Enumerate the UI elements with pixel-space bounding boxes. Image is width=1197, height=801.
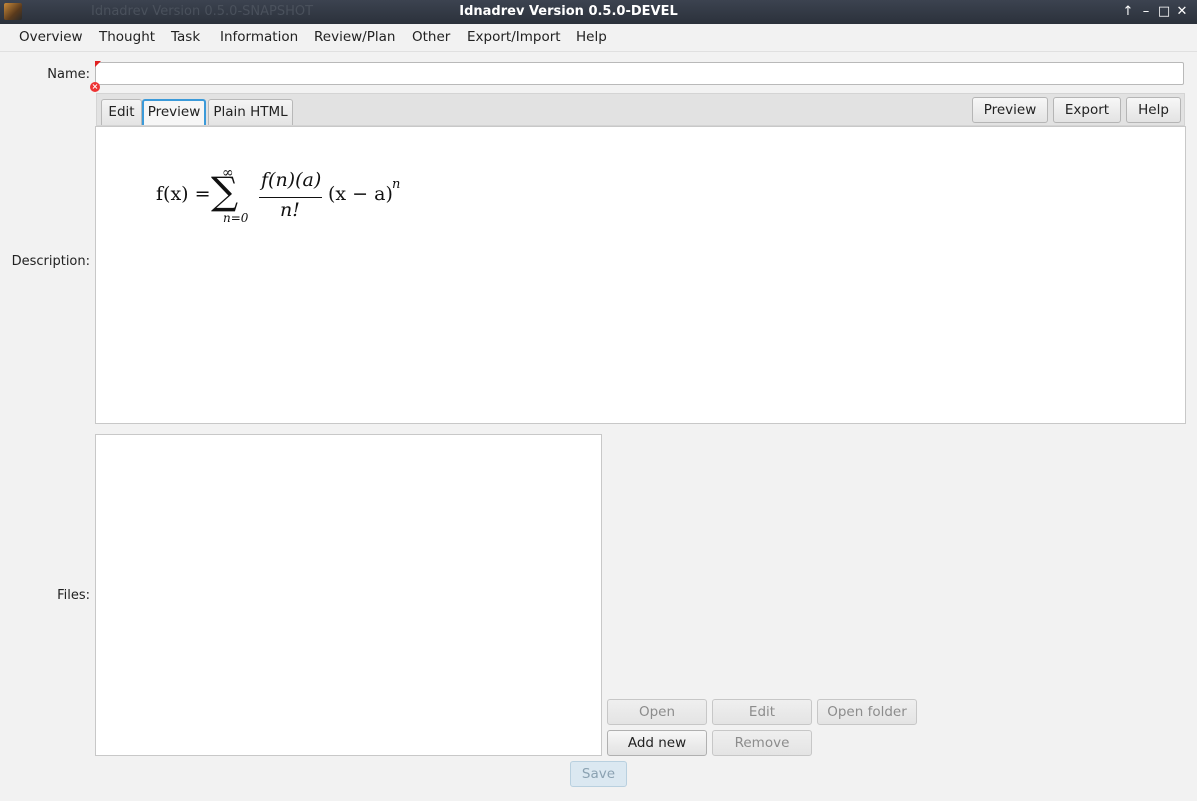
- validation-marker: [95, 61, 101, 67]
- close-icon[interactable]: ✕: [1174, 3, 1190, 21]
- formula-denominator: n!: [280, 199, 300, 221]
- name-label: Name:: [47, 67, 90, 82]
- minimize-icon[interactable]: –: [1138, 3, 1154, 21]
- title-bar: Idnadrev Version 0.5.0-SNAPSHOT Idnadrev…: [0, 0, 1197, 24]
- description-editor-toolbar: Edit Preview Plain HTML Preview Export H…: [96, 93, 1185, 126]
- save-button[interactable]: Save: [570, 761, 627, 787]
- remove-button[interactable]: Remove: [712, 730, 812, 756]
- error-icon: ×: [90, 82, 100, 92]
- help-button[interactable]: Help: [1126, 97, 1181, 123]
- preview-button[interactable]: Preview: [972, 97, 1048, 123]
- fraction-bar: [259, 197, 322, 198]
- formula-sum-lower: n=0: [223, 211, 249, 225]
- open-button[interactable]: Open: [607, 699, 707, 725]
- description-label: Description:: [11, 254, 90, 269]
- maximize-icon[interactable]: □: [1156, 3, 1172, 21]
- menu-overview[interactable]: Overview: [19, 29, 83, 45]
- formula-exponent: n: [392, 177, 401, 192]
- menu-information[interactable]: Information: [220, 29, 298, 45]
- tab-plain-html[interactable]: Plain HTML: [208, 99, 293, 125]
- tab-preview[interactable]: Preview: [142, 99, 206, 125]
- window-title: Idnadrev Version 0.5.0-DEVEL: [459, 4, 678, 19]
- menu-help[interactable]: Help: [576, 29, 607, 45]
- menu-other[interactable]: Other: [412, 29, 450, 45]
- menu-export-import[interactable]: Export/Import: [467, 29, 561, 45]
- menu-review-plan[interactable]: Review/Plan: [314, 29, 395, 45]
- files-list[interactable]: [95, 434, 602, 756]
- formula-sum-symbol: ∑: [211, 169, 239, 213]
- tab-edit[interactable]: Edit: [101, 99, 142, 125]
- export-button[interactable]: Export: [1053, 97, 1121, 123]
- formula-lhs: f(x) =: [156, 183, 211, 205]
- menu-task[interactable]: Task: [171, 29, 200, 45]
- menu-bar: Overview Thought Task Information Review…: [0, 24, 1197, 52]
- edit-file-button[interactable]: Edit: [712, 699, 812, 725]
- name-input[interactable]: [95, 62, 1184, 85]
- open-folder-button[interactable]: Open folder: [817, 699, 917, 725]
- files-label: Files:: [57, 588, 90, 603]
- menu-thought[interactable]: Thought: [99, 29, 155, 45]
- description-preview[interactable]: f(x) = ∞ ∑ n=0 f(n)(a) n! (x − a) n: [95, 126, 1186, 424]
- formula-numerator: f(n)(a): [261, 169, 322, 191]
- add-new-button[interactable]: Add new: [607, 730, 707, 756]
- formula-tail: (x − a): [328, 183, 393, 205]
- always-on-top-icon[interactable]: ↑: [1120, 3, 1136, 21]
